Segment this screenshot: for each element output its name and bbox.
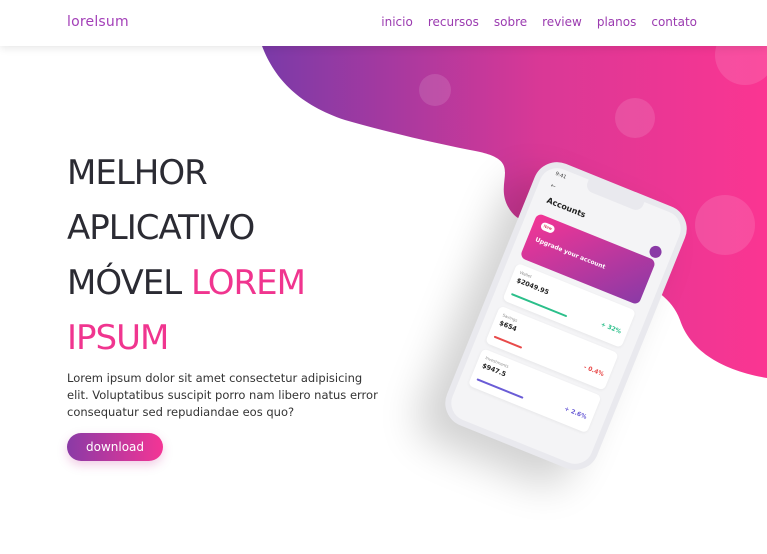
account-bar [476,378,524,399]
account-change: + 32% [599,320,623,336]
account-change: - 0.4% [582,363,605,379]
hero-title-accent-ipsum: IPSUM [67,318,169,358]
nav-link-contato[interactable]: contato [651,15,697,29]
back-arrow-icon: ← [549,182,557,191]
nav-link-sobre[interactable]: sobre [494,15,527,29]
account-change: + 2.6% [563,405,588,421]
hero-title-accent-lorem: LOREM [191,263,306,303]
account-bar [493,335,523,349]
nav-link-inicio[interactable]: inicio [381,15,413,29]
phone-time: 9:41 [554,170,568,181]
logo[interactable]: lorelsum [67,14,129,30]
promo-badge: New [539,221,556,235]
account-amount: $2049.95 [515,276,551,297]
hero-title-line1: MELHOR [67,153,208,193]
promo-text: Upgrade your account [534,236,607,271]
nav-link-review[interactable]: review [542,15,582,29]
hero-description: Lorem ipsum dolor sit amet consectetur a… [67,371,378,419]
phone-mockup: 9:41 ← Accounts New Upgrade your account… [438,154,694,478]
hero-title: MELHOR APLICATIVO MÓVEL LOREM IPSUM [67,146,306,366]
nav-links: inicio recursos sobre review planos cont… [381,15,697,29]
nav-link-recursos[interactable]: recursos [428,15,479,29]
hero-title-line2: APLICATIVO [67,208,255,248]
phone-notch [584,178,645,213]
hero-title-line3: MÓVEL [67,263,191,303]
phone-accounts-title: Accounts [545,195,587,220]
download-button[interactable]: download [67,433,163,461]
navbar: lorelsum inicio recursos sobre review pl… [0,0,767,46]
nav-link-planos[interactable]: planos [597,15,637,29]
